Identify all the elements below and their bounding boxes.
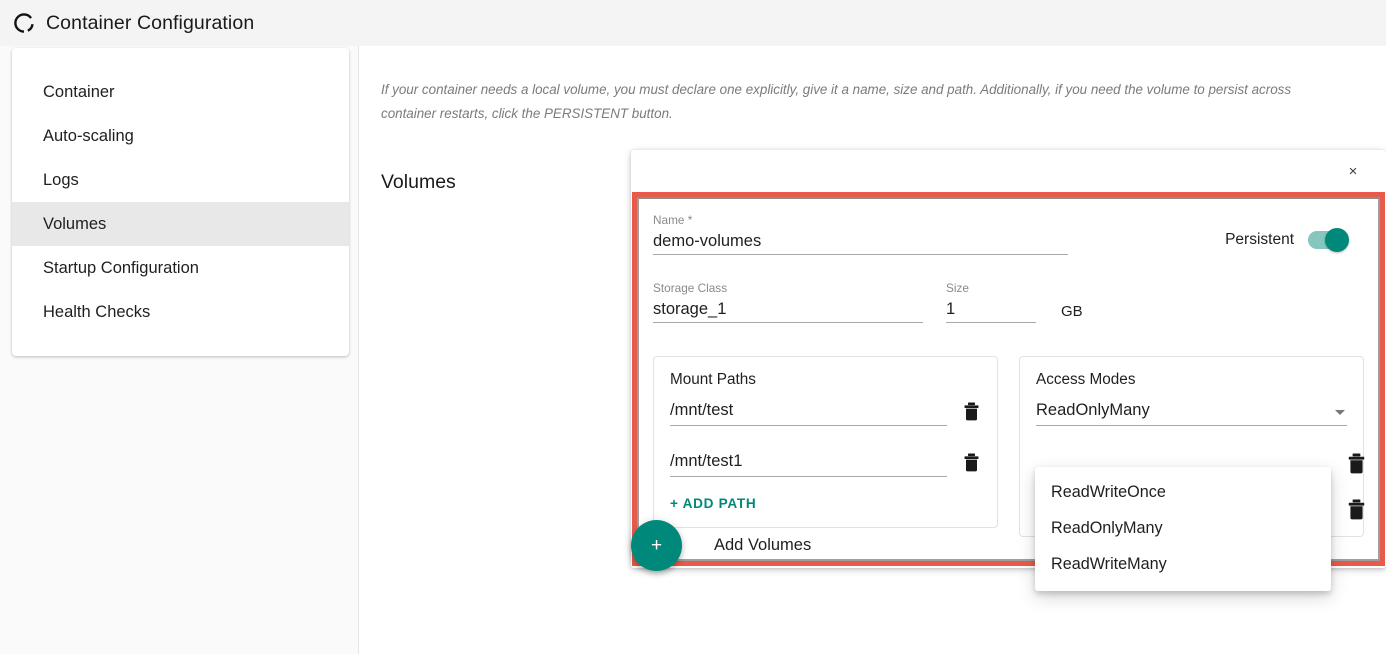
storage-class-input[interactable] — [653, 296, 923, 322]
dropdown-option-readonlymany[interactable]: ReadOnlyMany — [1035, 510, 1331, 546]
sidebar-item-container[interactable]: Container — [12, 70, 349, 114]
size-group: Size — [946, 281, 1036, 323]
trash-icon[interactable] — [1346, 452, 1366, 474]
sidebar-item-startup-configuration[interactable]: Startup Configuration — [12, 246, 349, 290]
container-ring-icon — [14, 13, 34, 33]
mount-paths-panel: Mount Paths /mnt/test /mnt/test1 + ADD P… — [653, 356, 998, 528]
volume-card: × Name * Persistent — [631, 150, 1386, 591]
sidebar-item-label: Health Checks — [43, 302, 151, 321]
persistent-toggle[interactable] — [1308, 228, 1349, 252]
volume-card-topbar: × — [631, 150, 1386, 192]
sidebar-item-logs[interactable]: Logs — [12, 158, 349, 202]
chevron-down-icon — [1335, 410, 1345, 415]
storage-class-label: Storage Class — [653, 281, 728, 295]
size-label: Size — [946, 281, 969, 295]
name-field-group: Name * — [653, 213, 1068, 255]
name-row: Name * Persistent — [653, 209, 1364, 255]
sidebar-item-volumes[interactable]: Volumes — [12, 202, 349, 246]
sidebar-item-label: Volumes — [43, 214, 107, 233]
page-title: Container Configuration — [46, 11, 255, 34]
add-volumes-button[interactable]: + — [631, 520, 682, 571]
volumes-hint-text: If your container needs a local volume, … — [381, 82, 1292, 121]
main-content: If your container needs a local volume, … — [359, 46, 1386, 654]
size-input[interactable] — [946, 296, 1036, 322]
sidebar-item-label: Auto-scaling — [43, 126, 134, 145]
trash-icon-glyph — [1348, 453, 1364, 473]
sidebar-item-label: Container — [43, 82, 115, 101]
plus-icon: + — [650, 534, 663, 556]
storage-row: Storage Class Size GB — [653, 281, 1364, 323]
persistent-label: Persistent — [1225, 231, 1294, 248]
sidebar-card: Container Auto-scaling Logs Volumes Star… — [12, 48, 349, 356]
trash-icon[interactable] — [961, 401, 981, 423]
sidebar-item-label: Startup Configuration — [43, 258, 199, 277]
volume-form-highlight: Name * Persistent Storag — [632, 192, 1385, 591]
mount-path-input[interactable] — [670, 397, 947, 423]
dropdown-option-readwriteonce[interactable]: ReadWriteOnce — [1035, 474, 1331, 510]
sidebar: Container Auto-scaling Logs Volumes Star… — [0, 46, 359, 654]
name-input[interactable] — [653, 228, 1068, 254]
mount-paths-title: Mount Paths — [670, 371, 756, 388]
mount-path-input[interactable] — [670, 448, 947, 474]
access-mode-row: ReadOnlyMany — [1036, 397, 1347, 426]
mount-path-row — [670, 448, 981, 477]
access-mode-selected-value: ReadOnlyMany — [1036, 401, 1150, 419]
persistent-group: Persistent — [1225, 213, 1364, 252]
trash-icon-glyph — [964, 453, 978, 472]
section-title: Volumes — [381, 171, 456, 193]
app-header: Container Configuration — [0, 0, 1386, 46]
close-icon[interactable]: × — [1340, 158, 1366, 184]
trash-icon[interactable] — [961, 452, 981, 474]
volume-form: Name * Persistent Storag — [637, 197, 1380, 591]
name-label: Name * — [653, 213, 693, 227]
dropdown-option-readwritemany[interactable]: ReadWriteMany — [1035, 546, 1331, 582]
trash-icon-glyph — [964, 402, 978, 421]
sidebar-item-auto-scaling[interactable]: Auto-scaling — [12, 114, 349, 158]
trash-icon-glyph — [1348, 499, 1364, 519]
mount-path-row — [670, 397, 981, 426]
access-mode-select[interactable]: ReadOnlyMany — [1036, 397, 1347, 426]
app-body: Container Auto-scaling Logs Volumes Star… — [0, 46, 1386, 654]
sidebar-item-label: Logs — [43, 170, 79, 189]
add-volumes-label: Add Volumes — [714, 536, 812, 554]
size-unit-label: GB — [1061, 303, 1083, 320]
sidebar-item-health-checks[interactable]: Health Checks — [12, 290, 349, 334]
access-modes-title: Access Modes — [1036, 371, 1136, 388]
add-path-button[interactable]: + ADD PATH — [670, 496, 756, 511]
access-mode-trash-column — [1346, 452, 1366, 520]
trash-icon[interactable] — [1346, 498, 1366, 520]
storage-class-group: Storage Class — [653, 281, 923, 323]
add-volumes-row: + Add Volumes — [631, 520, 811, 571]
access-modes-dropdown: ReadWriteOnce ReadOnlyMany ReadWriteMany — [1035, 467, 1331, 591]
